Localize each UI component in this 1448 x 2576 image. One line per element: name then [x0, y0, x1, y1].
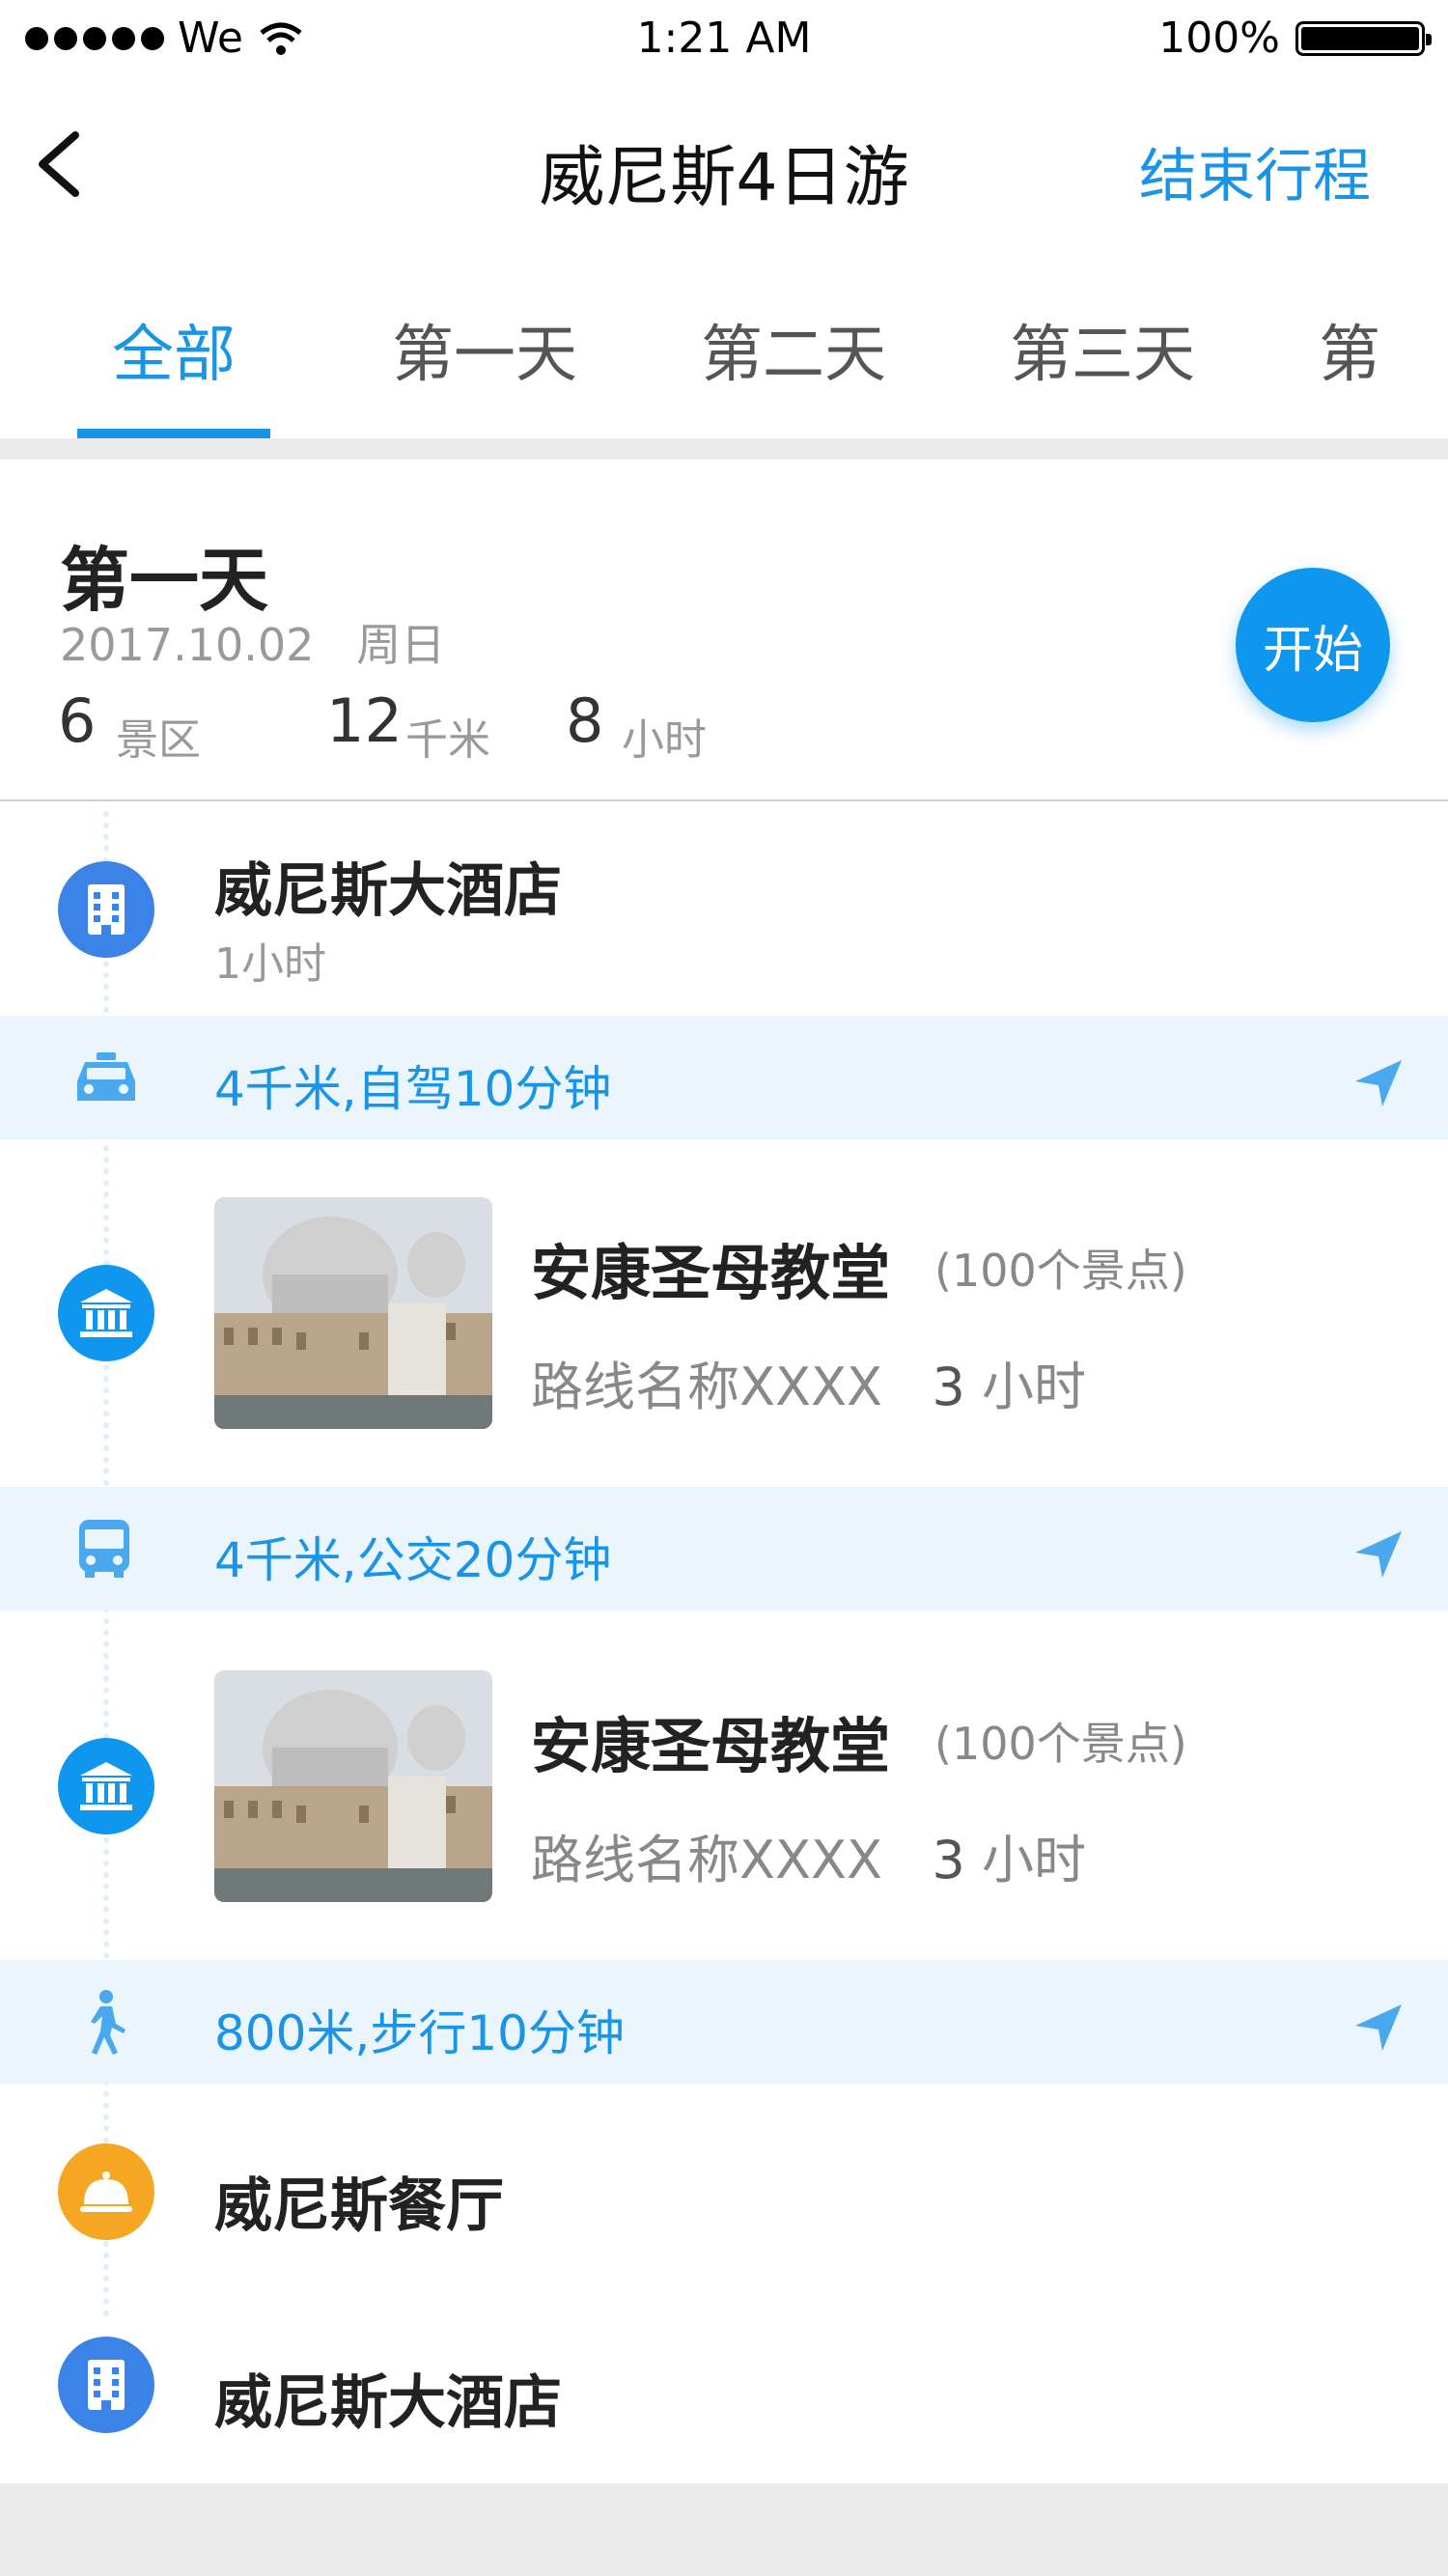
navigate-arrow-icon[interactable]: [1351, 1527, 1406, 1582]
transport-bus-text: 4千米,公交20分钟: [214, 1532, 612, 1588]
restaurant-name[interactable]: 威尼斯餐厅: [214, 2159, 504, 2243]
spot-1-route-name: 路线名称XXXX: [531, 1357, 882, 1417]
stat-hours-unit: 小时: [622, 715, 707, 765]
hotel-start-duration: 1小时: [214, 939, 326, 989]
spot-2-route: 路线名称XXXX 3 小时: [531, 1817, 1086, 1893]
spot-2-route-name: 路线名称XXXX: [531, 1830, 882, 1890]
taxi-icon: [77, 1052, 135, 1101]
end-trip-button[interactable]: 结束行程: [1139, 129, 1371, 213]
hotel-start-name[interactable]: 威尼斯大酒店: [214, 844, 562, 928]
stat-distance-unit: 千米: [405, 715, 490, 765]
spot-1-route: 路线名称XXXX 3 小时: [531, 1344, 1086, 1420]
walk-icon: [91, 1990, 125, 2055]
transport-drive-text: 4千米,自驾10分钟: [214, 1061, 612, 1117]
tab-day-2[interactable]: 第二天: [701, 305, 886, 394]
museum-icon: [58, 1265, 154, 1361]
status-right: 100%: [1158, 14, 1432, 63]
spot-thumbnail[interactable]: [214, 1197, 492, 1429]
stat-distance-value: 12: [326, 686, 403, 756]
spot-2-hours-unit: 小时: [982, 1830, 1087, 1890]
navigate-arrow-icon[interactable]: [1351, 2001, 1406, 2055]
hotel-icon: [58, 861, 154, 958]
battery-icon: [1295, 20, 1432, 56]
divider: [0, 438, 1448, 460]
spot-2-name[interactable]: 安康圣母教堂: [531, 1697, 890, 1784]
spot-thumbnail[interactable]: [214, 1670, 492, 1902]
bottom-spacer: [0, 2483, 1448, 2576]
spot-2-count: (100个景点): [934, 1718, 1187, 1770]
navigate-arrow-icon[interactable]: [1351, 1056, 1406, 1110]
spot-1-count: (100个景点): [934, 1245, 1187, 1297]
tab-day-3[interactable]: 第三天: [1010, 305, 1195, 394]
spot-1-hours-unit: 小时: [982, 1357, 1087, 1417]
bus-icon: [79, 1520, 129, 1578]
spot-1-name[interactable]: 安康圣母教堂: [531, 1224, 890, 1311]
restaurant-icon: [58, 2143, 154, 2240]
tab-active-indicator: [77, 429, 270, 438]
battery-percent: 100%: [1158, 14, 1280, 63]
start-button[interactable]: 开始: [1236, 568, 1390, 722]
date-text: 2017.10.02: [60, 619, 315, 671]
tab-all[interactable]: 全部: [112, 305, 236, 394]
hotel-end-name[interactable]: 威尼斯大酒店: [214, 2356, 562, 2440]
stat-spots-value: 6: [58, 686, 97, 756]
transport-walk-text: 800米,步行10分钟: [214, 2005, 625, 2061]
stat-spots-unit: 景区: [116, 715, 201, 765]
weekday-text: 周日: [356, 619, 446, 671]
tab-day-4-partial[interactable]: 第: [1319, 305, 1380, 394]
hotel-icon: [58, 2337, 154, 2433]
spot-2-hours: 3: [932, 1830, 965, 1890]
museum-icon: [58, 1738, 154, 1834]
day-date: 2017.10.02 周日: [60, 610, 445, 674]
tab-day-1[interactable]: 第一天: [392, 305, 577, 394]
stat-hours-value: 8: [566, 686, 604, 756]
spot-1-hours: 3: [932, 1357, 965, 1417]
